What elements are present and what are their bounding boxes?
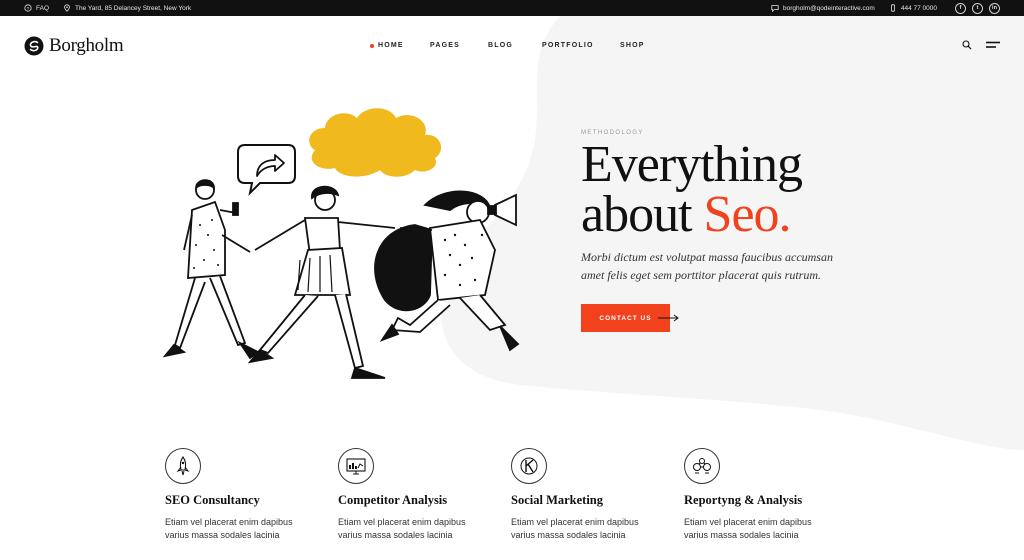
service-title: Competitor Analysis: [338, 493, 448, 507]
twitter-icon[interactable]: t: [972, 2, 983, 14]
letter-k-icon: [511, 448, 547, 484]
monitor-chart-icon: [338, 448, 374, 484]
headline-about: about: [581, 186, 693, 243]
service-item: SEO Consultancy Etiam vel placerat enim …: [165, 448, 338, 542]
share-bubble-icon: [237, 144, 296, 197]
hero-illustration: [162, 108, 520, 379]
nav-label: Pages: [430, 42, 460, 49]
service-title: SEO Consultancy: [165, 493, 260, 507]
service-text: Etiam vel placerat enim dapibus varius m…: [165, 517, 293, 540]
location-pin-icon: [64, 4, 70, 12]
email-link[interactable]: borgholm@qodeinteractive.com: [771, 4, 875, 12]
person-3-figure: [374, 190, 520, 352]
nav-item-portfolio[interactable]: Portfolio: [542, 42, 620, 49]
service-item: Social Marketing Etiam vel placerat enim…: [511, 448, 684, 542]
top-bar: ? FAQ The Yard, 85 Delancey Street, New …: [0, 0, 1024, 16]
service-item: Competitor Analysis Etiam vel placerat e…: [338, 448, 511, 542]
phone-link[interactable]: 444 77 0000: [889, 4, 937, 12]
search-icon[interactable]: [962, 40, 972, 50]
people-network-icon: [684, 448, 720, 484]
hero-headline: Everything about Seo.: [581, 136, 841, 241]
nav-label: Shop: [620, 42, 645, 49]
svg-text:?: ?: [27, 6, 30, 12]
site-logo[interactable]: Borgholm: [24, 35, 124, 57]
phone-icon: [890, 4, 895, 12]
cloud-shape: [309, 108, 442, 177]
headline-line-2: about Seo.: [581, 189, 841, 241]
email-label: borgholm@qodeinteractive.com: [782, 4, 875, 12]
active-dot-icon: [370, 43, 374, 48]
menu-icon[interactable]: [986, 41, 1000, 49]
headline-accent: Seo.: [703, 186, 792, 243]
main-header: Borgholm Home Pages Blog Portfolio Shop: [0, 16, 1024, 76]
address-label: The Yard, 85 Delancey Street, New York: [75, 4, 192, 12]
headline-line-1: Everything: [581, 136, 803, 193]
nav-item-home[interactable]: Home: [370, 42, 430, 49]
nav-label: Blog: [488, 42, 514, 49]
person-1-figure: [162, 179, 260, 360]
arrow-right-icon: [658, 314, 679, 322]
service-item: Reportyng & Analysis Etiam vel placerat …: [684, 448, 857, 542]
services-row: SEO Consultancy Etiam vel placerat enim …: [165, 448, 857, 542]
service-text: Etiam vel placerat enim dapibus varius m…: [684, 517, 812, 540]
faq-label: FAQ: [36, 4, 50, 12]
service-text: Etiam vel placerat enim dapibus varius m…: [511, 517, 639, 540]
social-links: f t in: [955, 2, 1000, 14]
nav-item-blog[interactable]: Blog: [488, 42, 542, 49]
logo-mark-icon: [24, 36, 44, 56]
main-nav: Home Pages Blog Portfolio Shop: [370, 42, 670, 49]
nav-label: Home: [378, 42, 404, 49]
hero-text-block: Methodology Everything about Seo. Morbi …: [581, 130, 841, 332]
phone-label: 444 77 0000: [900, 4, 937, 12]
address-link[interactable]: The Yard, 85 Delancey Street, New York: [63, 4, 191, 12]
contact-us-button[interactable]: Contact Us: [581, 304, 670, 332]
cta-row: Contact Us: [581, 304, 841, 332]
chat-bubble-icon: [771, 5, 779, 12]
facebook-icon[interactable]: f: [955, 2, 966, 14]
service-text: Etiam vel placerat enim dapibus varius m…: [338, 517, 466, 540]
hero-subtext: Morbi dictum est volutpat massa faucibus…: [581, 250, 833, 282]
nav-item-shop[interactable]: Shop: [620, 42, 670, 49]
service-title: Reportyng & Analysis: [684, 493, 803, 507]
help-icon: ?: [24, 4, 32, 12]
logo-text: Borgholm: [49, 35, 124, 56]
nav-label: Portfolio: [542, 42, 594, 49]
service-title: Social Marketing: [511, 493, 604, 507]
nav-item-pages[interactable]: Pages: [430, 42, 488, 49]
person-2-figure: [247, 185, 396, 379]
faq-link[interactable]: ? FAQ: [24, 4, 49, 12]
linkedin-icon[interactable]: in: [989, 2, 1000, 14]
rocket-icon: [165, 448, 201, 484]
